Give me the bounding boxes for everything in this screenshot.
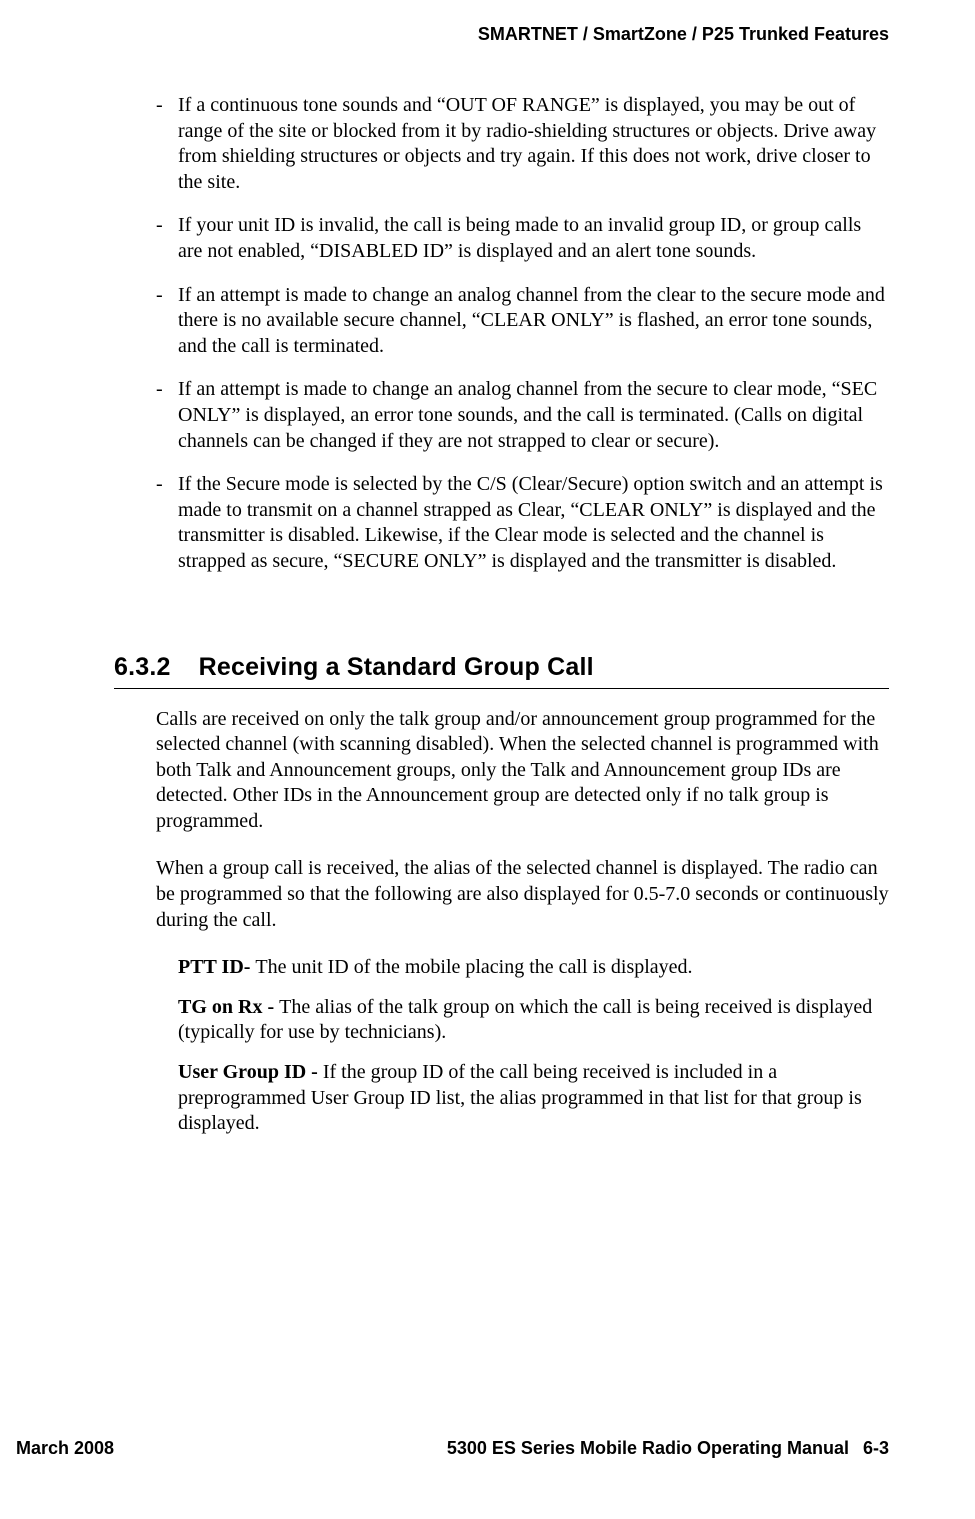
definition-term: TG on Rx -: [178, 996, 279, 1018]
section-heading: 6.3.2 Receiving a Standard Group Call: [114, 653, 889, 682]
footer-right: 5300 ES Series Mobile Radio Operating Ma…: [447, 1438, 889, 1459]
list-item: If a continuous tone sounds and “OUT OF …: [156, 93, 889, 195]
paragraph: Calls are received on only the talk grou…: [156, 707, 889, 835]
section-number: 6.3.2: [114, 653, 171, 682]
paragraph: When a group call is received, the alias…: [156, 856, 889, 933]
footer-date: March 2008: [16, 1438, 114, 1459]
definition-item: User Group ID - If the group ID of the c…: [178, 1060, 889, 1137]
section-rule: [114, 688, 889, 689]
page: SMARTNET / SmartZone / P25 Trunked Featu…: [0, 0, 975, 1519]
bullet-list: If a continuous tone sounds and “OUT OF …: [156, 93, 889, 575]
section-title: Receiving a Standard Group Call: [199, 653, 594, 681]
definition-desc: The alias of the talk group on which the…: [178, 996, 872, 1044]
list-item: If an attempt is made to change an analo…: [156, 377, 889, 454]
footer-manual-title: 5300 ES Series Mobile Radio Operating Ma…: [447, 1438, 849, 1458]
running-header: SMARTNET / SmartZone / P25 Trunked Featu…: [86, 24, 889, 45]
definition-term: User Group ID -: [178, 1061, 323, 1083]
list-item: If an attempt is made to change an analo…: [156, 283, 889, 360]
definition-item: PTT ID- The unit ID of the mobile placin…: [178, 955, 889, 981]
list-item: If the Secure mode is selected by the C/…: [156, 472, 889, 574]
footer-page-number: 6-3: [863, 1438, 889, 1458]
list-item: If your unit ID is invalid, the call is …: [156, 213, 889, 264]
definitions-block: PTT ID- The unit ID of the mobile placin…: [178, 955, 889, 1137]
definition-term: PTT ID-: [178, 956, 255, 978]
section-heading-block: 6.3.2 Receiving a Standard Group Call: [114, 653, 889, 689]
definition-item: TG on Rx - The alias of the talk group o…: [178, 995, 889, 1046]
definition-desc: The unit ID of the mobile placing the ca…: [255, 956, 692, 978]
page-footer: March 2008 5300 ES Series Mobile Radio O…: [86, 1438, 889, 1459]
body-content: If a continuous tone sounds and “OUT OF …: [156, 93, 889, 1137]
